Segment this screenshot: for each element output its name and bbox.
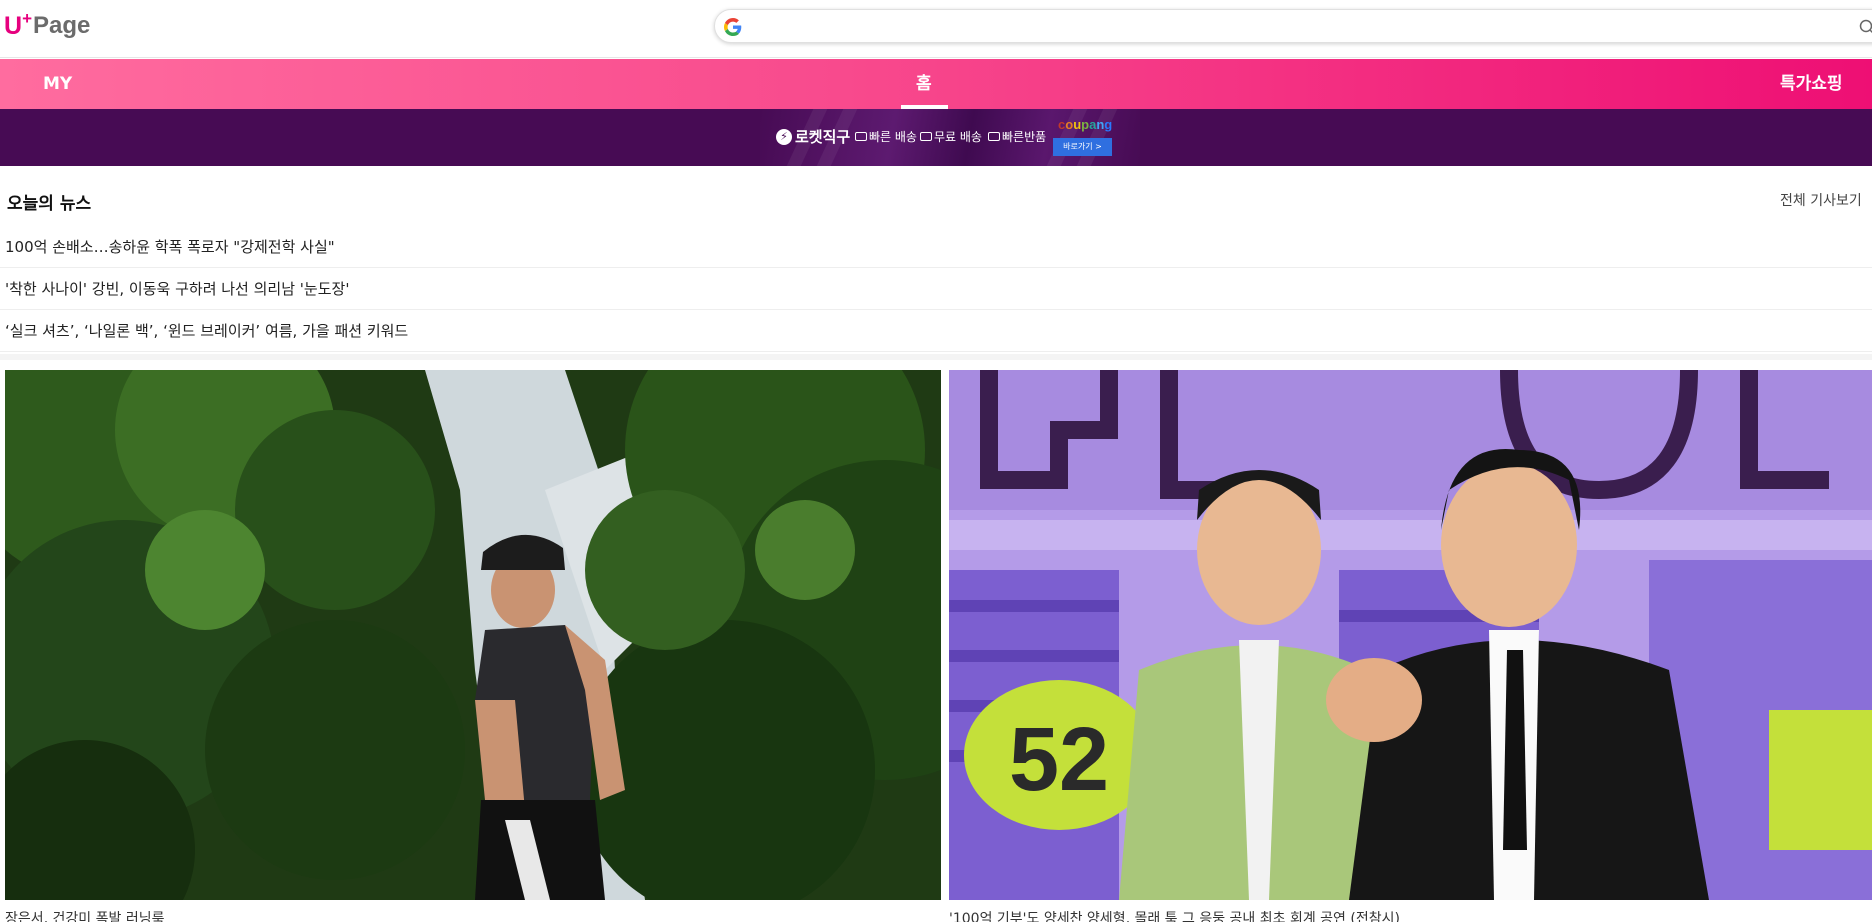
logo-plus: + xyxy=(22,9,32,28)
athlete-photo xyxy=(5,370,941,900)
news-item[interactable]: 100억 손배소…송하윤 학폭 폭로자 "강제전학 사실" xyxy=(0,226,1872,268)
truck-icon xyxy=(920,132,932,141)
photo-card-caption[interactable]: '100억 기부'도 양세찬 양세형, 몰래 툭 그 응둥 공내 최초 회계 공… xyxy=(949,908,1872,922)
photo-card[interactable]: 52 xyxy=(949,370,1872,900)
comedians-photo: 52 xyxy=(949,370,1872,900)
news-section-title: 오늘의 뉴스 xyxy=(7,194,92,214)
ad-cta-button[interactable]: 바로가기 > xyxy=(1053,138,1112,156)
coupang-ad-banner[interactable]: ⚡ 로켓직구 빠른 배송 무료 배송 빠른반품 coupang 바로가기 > xyxy=(0,109,1872,166)
news-list: 100억 손배소…송하윤 학폭 폭로자 "강제전학 사실" '착한 사나이' 강… xyxy=(0,226,1872,352)
truck-icon xyxy=(855,132,867,141)
nav-tab-special-shopping[interactable]: 특가쇼핑 xyxy=(1780,59,1843,109)
google-icon xyxy=(724,18,742,36)
search-bar[interactable] xyxy=(714,9,1872,43)
logo-u: U xyxy=(4,12,23,40)
ad-rocket-text: 로켓직구 xyxy=(795,128,851,146)
coupang-logo: coupang xyxy=(1058,117,1113,132)
view-all-articles-link[interactable]: 전체 기사보기 xyxy=(1780,190,1862,210)
nav-tab-my[interactable]: MY xyxy=(43,59,72,109)
news-item[interactable]: ‘실크 셔츠’, ‘나일론 백’, ‘윈드 브레이커’ 여름, 가을 패션 키워… xyxy=(0,310,1872,352)
svg-text:52: 52 xyxy=(1009,710,1109,810)
search-icon[interactable] xyxy=(1859,19,1872,35)
ad-feature-label: 빠른반품 xyxy=(1002,130,1047,144)
photo-card-caption[interactable]: 장은서, 건강미 폭발 러닝룩 xyxy=(5,908,935,922)
news-item[interactable]: '착한 사나이' 강빈, 이동욱 구하려 나선 의리남 '눈도장' xyxy=(0,268,1872,310)
search-input[interactable] xyxy=(751,14,1841,38)
ad-rocket-label: ⚡ 로켓직구 xyxy=(776,126,850,147)
nav-tab-home[interactable]: 홈 xyxy=(916,59,932,109)
logo-page-text: Page xyxy=(33,12,91,39)
ad-feature-label: 빠른 배송 xyxy=(869,130,917,144)
ad-feature-fast-return: 빠른반품 xyxy=(988,128,1046,145)
ad-feature-label: 무료 배송 xyxy=(934,130,982,144)
return-icon xyxy=(988,132,1000,141)
ad-feature-fast-delivery: 빠른 배송 xyxy=(855,128,917,145)
main-nav: MY 홈 특가쇼핑 xyxy=(0,59,1872,109)
section-divider xyxy=(0,354,1872,360)
rocket-icon: ⚡ xyxy=(776,128,792,145)
photo-card[interactable] xyxy=(5,370,941,900)
top-bar: U + Page xyxy=(0,0,1872,58)
ad-feature-free-delivery: 무료 배송 xyxy=(920,128,982,145)
uplus-page-logo[interactable]: U + Page xyxy=(4,8,90,44)
news-section-header: 오늘의 뉴스 전체 기사보기 xyxy=(0,166,1872,222)
